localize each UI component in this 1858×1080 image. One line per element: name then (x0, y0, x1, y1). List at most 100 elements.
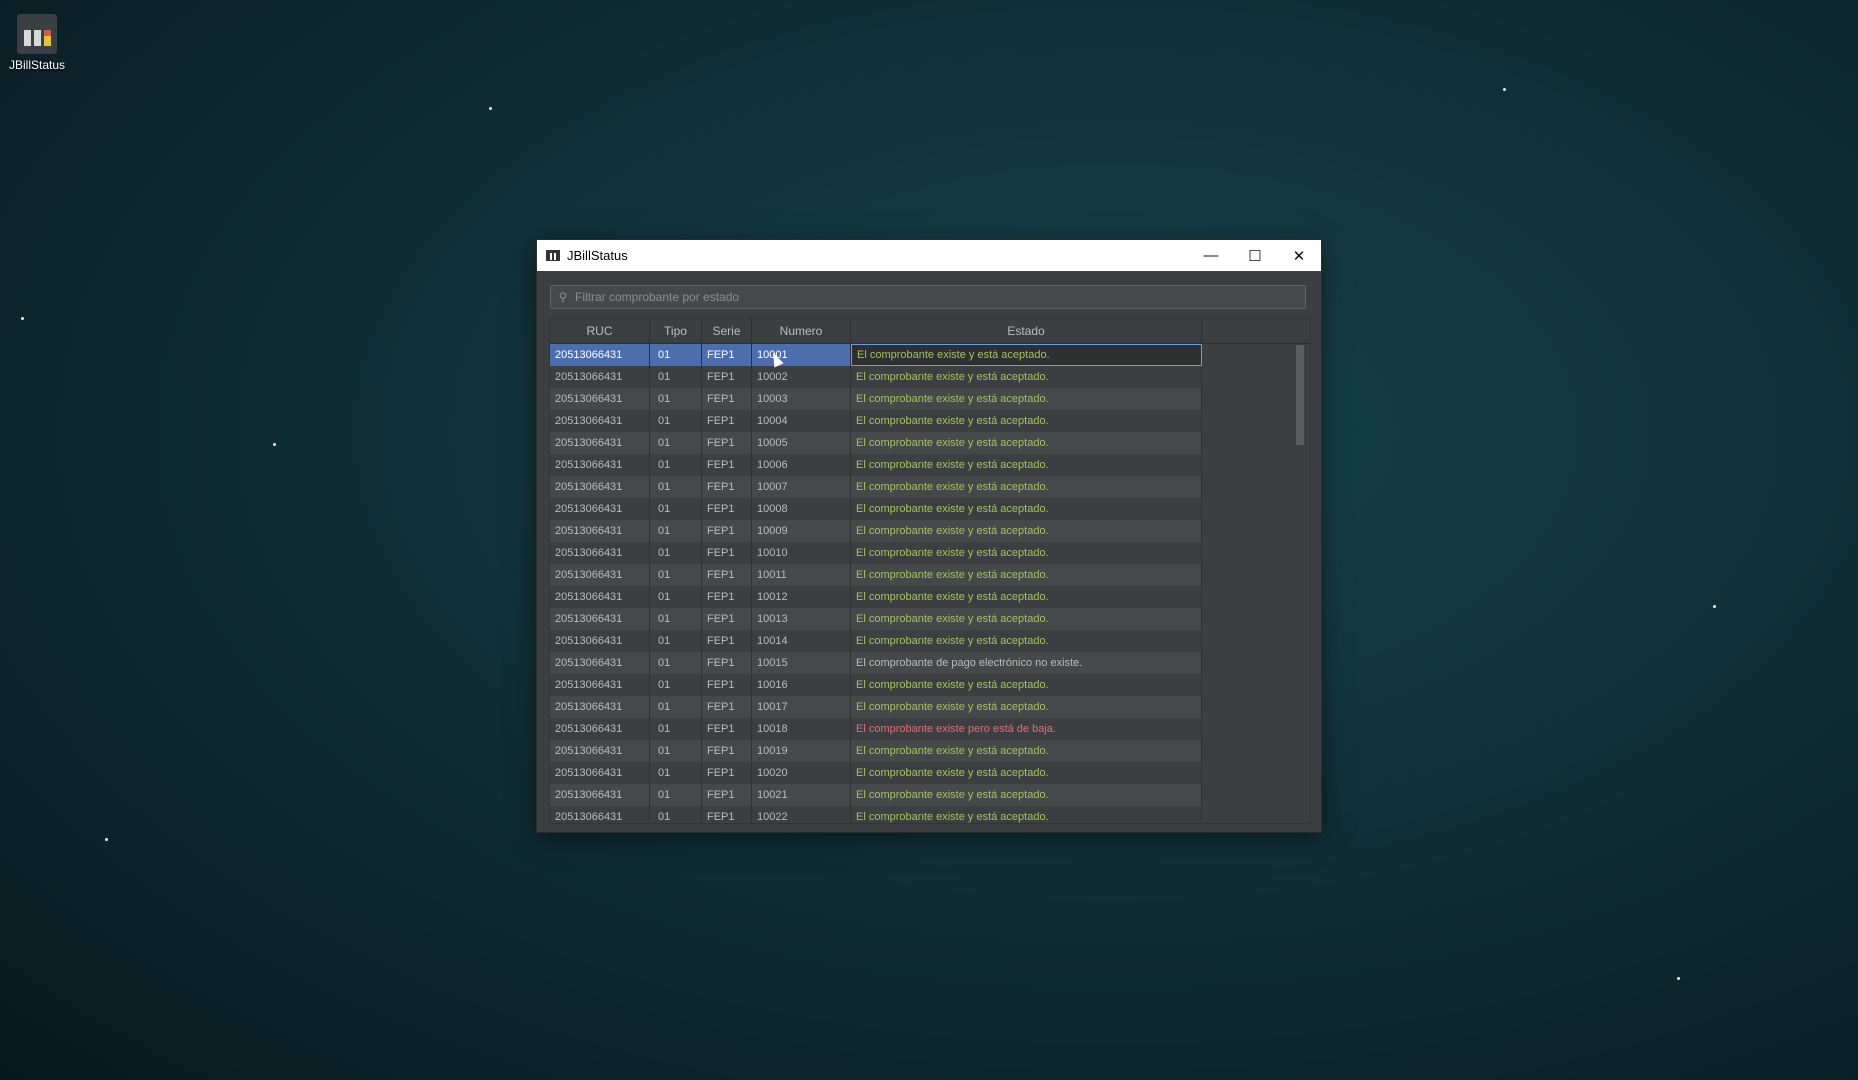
cell-serie[interactable]: FEP1 (702, 410, 752, 432)
cell-estado[interactable]: El comprobante existe y está aceptado. (851, 608, 1202, 630)
cell-serie[interactable]: FEP1 (702, 432, 752, 454)
cell-serie[interactable]: FEP1 (702, 608, 752, 630)
desktop-shortcut-jbillstatus[interactable]: JBillStatus (8, 14, 66, 72)
table-row[interactable]: 20513066431 01 FEP1 10011 El comprobante exi… (550, 564, 1310, 586)
table-row[interactable]: 20513066431 01 FEP1 10002 El comprobante exi… (550, 366, 1310, 388)
cell-tipo[interactable]: 01 (650, 388, 702, 410)
cell-tipo[interactable]: 01 (650, 784, 702, 806)
cell-ruc[interactable]: 20513066431 (550, 564, 650, 586)
cell-ruc[interactable]: 20513066431 (550, 740, 650, 762)
cell-tipo[interactable]: 01 (650, 520, 702, 542)
cell-serie[interactable]: FEP1 (702, 476, 752, 498)
cell-serie[interactable]: FEP1 (702, 542, 752, 564)
cell-numero[interactable]: 10011 (752, 564, 851, 586)
cell-estado[interactable]: El comprobante existe y está aceptado. (851, 476, 1202, 498)
cell-ruc[interactable]: 20513066431 (550, 366, 650, 388)
cell-numero[interactable]: 10004 (752, 410, 851, 432)
cell-ruc[interactable]: 20513066431 (550, 806, 650, 823)
cell-ruc[interactable]: 20513066431 (550, 410, 650, 432)
cell-tipo[interactable]: 01 (650, 564, 702, 586)
cell-ruc[interactable]: 20513066431 (550, 542, 650, 564)
table-row[interactable]: 20513066431 01 FEP1 10006 El comprobante exi… (550, 454, 1310, 476)
cell-ruc[interactable]: 20513066431 (550, 762, 650, 784)
cell-numero[interactable]: 10001 (752, 344, 851, 366)
cell-serie[interactable]: FEP1 (702, 498, 752, 520)
table-row[interactable]: 20513066431 01 FEP1 10021 El comprobante exi… (550, 784, 1310, 806)
cell-estado[interactable]: El comprobante existe pero está de baja. (851, 718, 1202, 740)
close-button[interactable]: ✕ (1277, 240, 1321, 271)
table-row[interactable]: 20513066431 01 FEP1 10016 El comprobante exi… (550, 674, 1310, 696)
table-row[interactable]: 20513066431 01 FEP1 10001 El comprobante exi… (550, 344, 1310, 366)
cell-numero[interactable]: 10019 (752, 740, 851, 762)
cell-serie[interactable]: FEP1 (702, 718, 752, 740)
cell-ruc[interactable]: 20513066431 (550, 696, 650, 718)
cell-numero[interactable]: 10009 (752, 520, 851, 542)
column-header-numero[interactable]: Numero (752, 319, 851, 343)
table-row[interactable]: 20513066431 01 FEP1 10004 El comprobante exi… (550, 410, 1310, 432)
table-row[interactable]: 20513066431 01 FEP1 10007 El comprobante exi… (550, 476, 1310, 498)
cell-ruc[interactable]: 20513066431 (550, 520, 650, 542)
cell-tipo[interactable]: 01 (650, 476, 702, 498)
cell-numero[interactable]: 10020 (752, 762, 851, 784)
cell-numero[interactable]: 10012 (752, 586, 851, 608)
cell-serie[interactable]: FEP1 (702, 740, 752, 762)
cell-estado[interactable]: El comprobante existe y está aceptado. (851, 806, 1202, 823)
cell-serie[interactable]: FEP1 (702, 520, 752, 542)
cell-serie[interactable]: FEP1 (702, 784, 752, 806)
cell-estado[interactable]: El comprobante existe y está aceptado. (851, 410, 1202, 432)
cell-numero[interactable]: 10008 (752, 498, 851, 520)
cell-ruc[interactable]: 20513066431 (550, 344, 650, 366)
cell-serie[interactable]: FEP1 (702, 674, 752, 696)
cell-estado[interactable]: El comprobante existe y está aceptado. (851, 564, 1202, 586)
column-header-serie[interactable]: Serie (702, 319, 752, 343)
cell-estado[interactable]: El comprobante existe y está aceptado. (851, 366, 1202, 388)
cell-serie[interactable]: FEP1 (702, 344, 752, 366)
cell-serie[interactable]: FEP1 (702, 630, 752, 652)
cell-tipo[interactable]: 01 (650, 674, 702, 696)
column-header-ruc[interactable]: RUC (550, 319, 650, 343)
cell-serie[interactable]: FEP1 (702, 806, 752, 823)
cell-numero[interactable]: 10015 (752, 652, 851, 674)
cell-serie[interactable]: FEP1 (702, 454, 752, 476)
table-row[interactable]: 20513066431 01 FEP1 10018 El comprobante exi… (550, 718, 1310, 740)
cell-estado[interactable]: El comprobante existe y está aceptado. (851, 784, 1202, 806)
cell-serie[interactable]: FEP1 (702, 696, 752, 718)
table-row[interactable]: 20513066431 01 FEP1 10009 El comprobante exi… (550, 520, 1310, 542)
cell-numero[interactable]: 10010 (752, 542, 851, 564)
cell-numero[interactable]: 10005 (752, 432, 851, 454)
cell-ruc[interactable]: 20513066431 (550, 608, 650, 630)
cell-estado[interactable]: El comprobante existe y está aceptado. (851, 586, 1202, 608)
column-header-estado[interactable]: Estado (851, 319, 1202, 343)
table-row[interactable]: 20513066431 01 FEP1 10012 El comprobante exi… (550, 586, 1310, 608)
cell-numero[interactable]: 10007 (752, 476, 851, 498)
table-row[interactable]: 20513066431 01 FEP1 10017 El comprobante exi… (550, 696, 1310, 718)
title-bar[interactable]: JBillStatus — ☐ ✕ (537, 240, 1321, 271)
cell-tipo[interactable]: 01 (650, 630, 702, 652)
cell-ruc[interactable]: 20513066431 (550, 652, 650, 674)
table-row[interactable]: 20513066431 01 FEP1 10014 El comprobante exi… (550, 630, 1310, 652)
cell-estado[interactable]: El comprobante existe y está aceptado. (851, 432, 1202, 454)
table-row[interactable]: 20513066431 01 FEP1 10020 El comprobante exi… (550, 762, 1310, 784)
cell-tipo[interactable]: 01 (650, 366, 702, 388)
cell-tipo[interactable]: 01 (650, 498, 702, 520)
cell-estado[interactable]: El comprobante existe y está aceptado. (851, 520, 1202, 542)
cell-estado[interactable]: El comprobante de pago electrónico no ex… (851, 652, 1202, 674)
cell-ruc[interactable]: 20513066431 (550, 432, 650, 454)
cell-numero[interactable]: 10018 (752, 718, 851, 740)
cell-tipo[interactable]: 01 (650, 652, 702, 674)
cell-ruc[interactable]: 20513066431 (550, 498, 650, 520)
cell-tipo[interactable]: 01 (650, 410, 702, 432)
cell-tipo[interactable]: 01 (650, 740, 702, 762)
cell-tipo[interactable]: 01 (650, 696, 702, 718)
cell-serie[interactable]: FEP1 (702, 564, 752, 586)
cell-tipo[interactable]: 01 (650, 432, 702, 454)
cell-ruc[interactable]: 20513066431 (550, 586, 650, 608)
filter-input[interactable] (573, 289, 1305, 305)
cell-tipo[interactable]: 01 (650, 542, 702, 564)
cell-tipo[interactable]: 01 (650, 608, 702, 630)
cell-serie[interactable]: FEP1 (702, 586, 752, 608)
table-row[interactable]: 20513066431 01 FEP1 10019 El comprobante exi… (550, 740, 1310, 762)
cell-numero[interactable]: 10014 (752, 630, 851, 652)
cell-ruc[interactable]: 20513066431 (550, 674, 650, 696)
cell-serie[interactable]: FEP1 (702, 388, 752, 410)
